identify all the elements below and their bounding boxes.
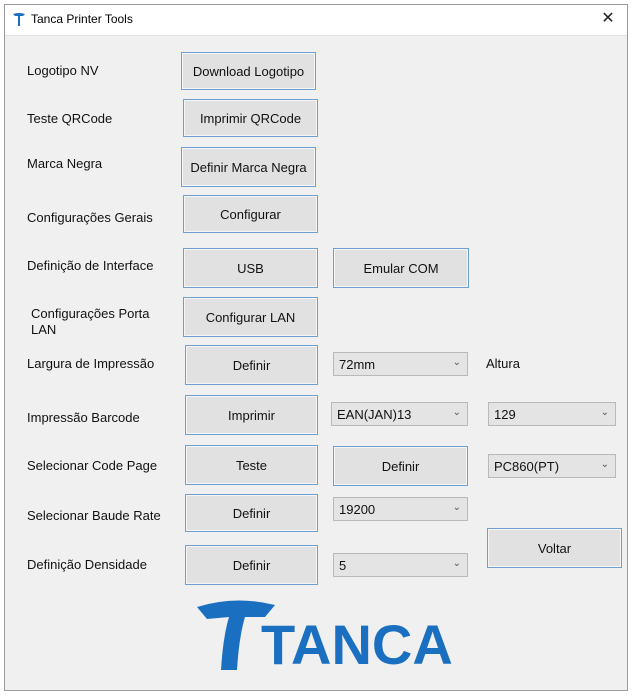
configuracoes-porta-lan-label: Configurações Porta LAN — [31, 306, 150, 337]
definir-densidade-button[interactable]: Definir — [185, 545, 318, 585]
usb-button[interactable]: USB — [183, 248, 318, 288]
window-title: Tanca Printer Tools — [31, 12, 133, 26]
baude-rate-select[interactable]: 19200 ⌄ — [333, 497, 468, 521]
selecionar-code-page-label: Selecionar Code Page — [27, 458, 158, 473]
largura-select-value: 72mm — [339, 357, 376, 372]
definicao-interface-label: Definição de Interface — [27, 258, 154, 273]
imprimir-barcode-button[interactable]: Imprimir — [185, 395, 318, 435]
chevron-down-icon: ⌄ — [452, 407, 461, 418]
configurar-lan-button[interactable]: Configurar LAN — [183, 297, 318, 337]
densidade-select[interactable]: 5 ⌄ — [333, 553, 468, 577]
logotipo-label: Logotipo NV — [27, 63, 99, 78]
largura-impressao-label: Largura de Impressão — [27, 356, 155, 371]
tanca-logo: TANCA — [197, 600, 453, 672]
barcode-type-select[interactable]: EAN(JAN)13 ⌄ — [331, 402, 468, 426]
definir-baude-rate-button[interactable]: Definir — [185, 494, 318, 532]
barcode-value-select-value: 129 — [494, 407, 516, 422]
code-page-select-value: PC860(PT) — [494, 459, 560, 474]
configuracoes-gerais-label: Configurações Gerais — [27, 210, 153, 225]
barcode-value-select[interactable]: 129 ⌄ — [488, 402, 616, 426]
densidade-select-value: 5 — [339, 558, 347, 573]
title-bar: Tanca Printer Tools ✕ — [5, 5, 627, 36]
impressao-barcode-label: Impressão Barcode — [27, 410, 140, 425]
configurar-button[interactable]: Configurar — [183, 195, 318, 233]
qrcode-label: Teste QRCode — [27, 111, 113, 126]
voltar-button[interactable]: Voltar — [487, 528, 622, 568]
emular-com-button[interactable]: Emular COM — [333, 248, 469, 288]
chevron-down-icon: ⌄ — [452, 502, 461, 513]
chevron-down-icon: ⌄ — [600, 407, 609, 418]
baude-rate-select-value: 19200 — [339, 502, 376, 517]
barcode-type-select-value: EAN(JAN)13 — [337, 407, 412, 422]
download-logotipo-button[interactable]: Download Logotipo — [181, 52, 316, 90]
definicao-densidade-label: Definição Densidade — [27, 557, 147, 572]
tanca-t-icon — [13, 13, 25, 26]
largura-select[interactable]: 72mm ⌄ — [333, 352, 468, 376]
altura-label: Altura — [486, 356, 520, 371]
definir-marca-negra-button[interactable]: Definir Marca Negra — [181, 147, 316, 187]
close-button[interactable]: ✕ — [597, 8, 619, 30]
definir-code-page-button[interactable]: Definir — [333, 446, 468, 486]
selecionar-baude-rate-label: Selecionar Baude Rate — [27, 508, 161, 523]
definir-largura-button[interactable]: Definir — [185, 345, 318, 385]
tanca-logo-text: TANCA — [261, 613, 453, 672]
code-page-select[interactable]: PC860(PT) ⌄ — [488, 454, 616, 478]
chevron-down-icon: ⌄ — [600, 459, 609, 470]
chevron-down-icon: ⌄ — [452, 357, 461, 368]
teste-code-page-button[interactable]: Teste — [185, 445, 318, 485]
chevron-down-icon: ⌄ — [452, 558, 461, 569]
imprimir-qrcode-button[interactable]: Imprimir QRCode — [183, 99, 318, 137]
marca-negra-label: Marca Negra — [27, 156, 103, 171]
